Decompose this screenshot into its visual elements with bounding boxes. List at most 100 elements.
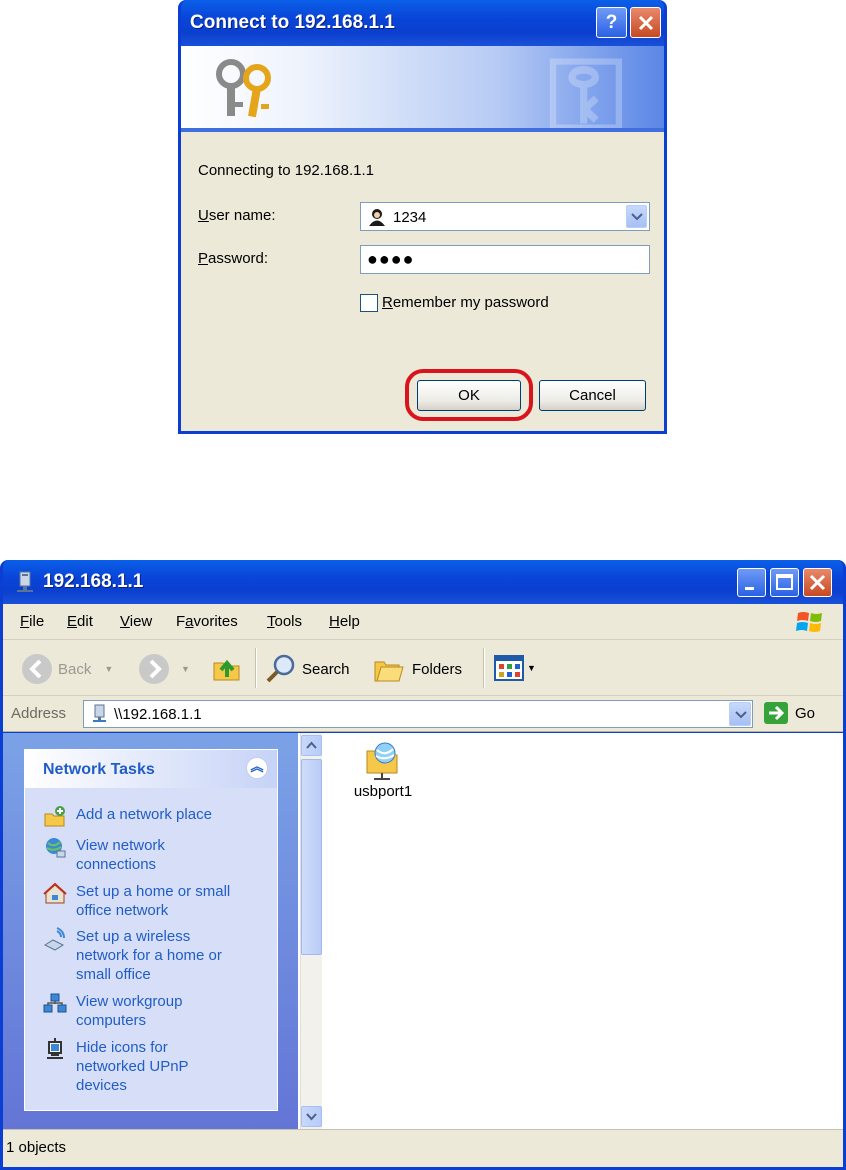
menu-tools[interactable]: Tools: [267, 613, 302, 630]
globe-network-icon: [46, 838, 66, 858]
help-button[interactable]: ?: [596, 7, 627, 38]
minimize-icon: [745, 587, 754, 590]
upnp-device-icon: [47, 1038, 63, 1059]
go-button[interactable]: Go: [763, 701, 815, 725]
username-label: User name:: [198, 207, 276, 224]
network-share-icon: [366, 742, 398, 780]
views-button[interactable]: ▼: [493, 653, 536, 683]
forward-dropdown-icon[interactable]: ▼: [181, 664, 190, 674]
toolbar-separator: [255, 648, 256, 688]
ok-button[interactable]: OK: [417, 380, 521, 411]
windows-logo-icon: [796, 612, 822, 632]
status-bar: 1 objects: [3, 1129, 843, 1167]
menu-edit[interactable]: Edit: [67, 613, 93, 630]
workgroup-computers-icon: [43, 993, 67, 1013]
folders-label: Folders: [412, 660, 463, 678]
dialog-close-button[interactable]: [630, 7, 661, 38]
task-label: Hide icons for networked UPnP devices: [76, 1039, 189, 1094]
toolbar: Back ▼ ▼ Search Folders ▼: [3, 640, 843, 696]
go-arrow-icon: [764, 702, 788, 724]
menu-help[interactable]: Help: [329, 613, 360, 630]
network-tasks-header[interactable]: Network Tasks ︽: [25, 750, 277, 788]
dialog-body: Connecting to 192.168.1.1 User name: 123…: [181, 132, 664, 431]
menu-view[interactable]: View: [120, 613, 152, 630]
forward-button[interactable]: ▼: [138, 653, 190, 685]
back-label: Back: [58, 660, 92, 678]
password-label: Password:: [198, 250, 269, 267]
search-label: Search: [302, 660, 350, 678]
username-value: 1234: [393, 209, 427, 226]
task-hide-upnp-icons[interactable]: Hide icons for networked UPnP devices: [43, 1038, 189, 1095]
scroll-thumb[interactable]: [301, 759, 322, 955]
task-label: View network connections: [76, 837, 165, 873]
collapse-chevron-icon[interactable]: ︽: [246, 757, 268, 779]
menu-file[interactable]: File: [20, 613, 44, 630]
up-button[interactable]: [211, 653, 243, 685]
task-setup-home-network[interactable]: Set up a home or small office network: [43, 882, 230, 920]
task-view-workgroup-computers[interactable]: View workgroup computers: [43, 992, 182, 1030]
task-view-network-connections[interactable]: View network connections: [43, 836, 165, 874]
explorer-window: 192.168.1.1 File Edit View Favorites Too…: [0, 560, 846, 1170]
content-area: Network Tasks ︽ Add a network place View…: [3, 733, 843, 1129]
tasks-pane: Network Tasks ︽ Add a network place View…: [3, 733, 298, 1129]
dialog-title: Connect to 192.168.1.1: [190, 12, 395, 33]
dialog-titlebar[interactable]: Connect to 192.168.1.1 ?: [181, 0, 664, 46]
keys-icon: [216, 59, 271, 118]
add-network-place-icon: [44, 806, 65, 827]
remember-password-checkbox[interactable]: [360, 294, 378, 312]
user-icon: [369, 209, 385, 226]
chevron-down-icon: [735, 711, 747, 719]
maximize-button[interactable]: [770, 568, 799, 597]
cancel-button[interactable]: Cancel: [539, 380, 646, 411]
address-dropdown-button[interactable]: [729, 702, 751, 726]
address-label: Address: [11, 705, 67, 722]
chevron-up-icon: [306, 741, 317, 749]
chevron-down-icon: [306, 1113, 317, 1121]
folder-up-icon: [213, 659, 240, 681]
task-setup-wireless-network[interactable]: Set up a wireless network for a home or sm…: [43, 927, 222, 984]
wireless-network-icon: [43, 927, 65, 951]
username-dropdown-button[interactable]: [626, 205, 647, 228]
menu-bar: File Edit View Favorites Tools Help: [3, 604, 843, 640]
views-dropdown-icon: ▼: [527, 663, 536, 673]
vertical-scrollbar[interactable]: [300, 733, 322, 1129]
network-tasks-panel: Network Tasks ︽ Add a network place View…: [24, 749, 278, 1111]
close-icon: [809, 574, 826, 591]
scroll-up-button[interactable]: [301, 735, 322, 756]
search-button[interactable]: Search: [265, 653, 350, 685]
task-add-network-place[interactable]: Add a network place: [43, 805, 212, 829]
window-close-button[interactable]: [803, 568, 832, 597]
network-tasks-title: Network Tasks: [43, 761, 155, 778]
maximize-icon: [776, 574, 793, 590]
home-network-icon: [43, 882, 67, 904]
file-item-usbport1[interactable]: usbport1: [333, 739, 433, 800]
dialog-banner: ⚿: [181, 46, 664, 132]
task-label: Set up a home or small office network: [76, 883, 231, 919]
chevron-down-icon: [631, 213, 643, 221]
forward-arrow-icon: [139, 654, 169, 684]
scroll-down-button[interactable]: [301, 1106, 322, 1127]
network-computer-icon: [17, 571, 33, 592]
username-combobox[interactable]: 1234: [360, 202, 650, 231]
banner-watermark: ⚿: [547, 46, 624, 132]
back-dropdown-icon[interactable]: ▼: [104, 664, 113, 674]
address-bar: Address \\192.168.1.1 Go: [3, 696, 843, 732]
back-button[interactable]: Back ▼: [21, 653, 113, 685]
toolbar-separator: [483, 648, 484, 688]
status-text: 1 objects: [6, 1139, 67, 1156]
search-icon: [266, 654, 295, 683]
remember-password-label[interactable]: Remember my password: [382, 294, 549, 311]
password-value: ●●●●: [367, 249, 415, 269]
folders-button[interactable]: Folders: [373, 653, 462, 685]
password-field[interactable]: ●●●●: [360, 245, 650, 274]
menu-favorites[interactable]: Favorites: [176, 613, 238, 630]
connecting-text: Connecting to 192.168.1.1: [198, 162, 374, 179]
window-titlebar[interactable]: 192.168.1.1: [3, 560, 843, 604]
address-input[interactable]: \\192.168.1.1: [83, 700, 753, 728]
question-icon: ?: [605, 12, 618, 33]
views-icon: [494, 655, 524, 681]
task-label: View workgroup computers: [76, 993, 183, 1029]
task-label: Add a network place: [76, 806, 212, 823]
back-arrow-icon: [22, 654, 52, 684]
minimize-button[interactable]: [737, 568, 766, 597]
